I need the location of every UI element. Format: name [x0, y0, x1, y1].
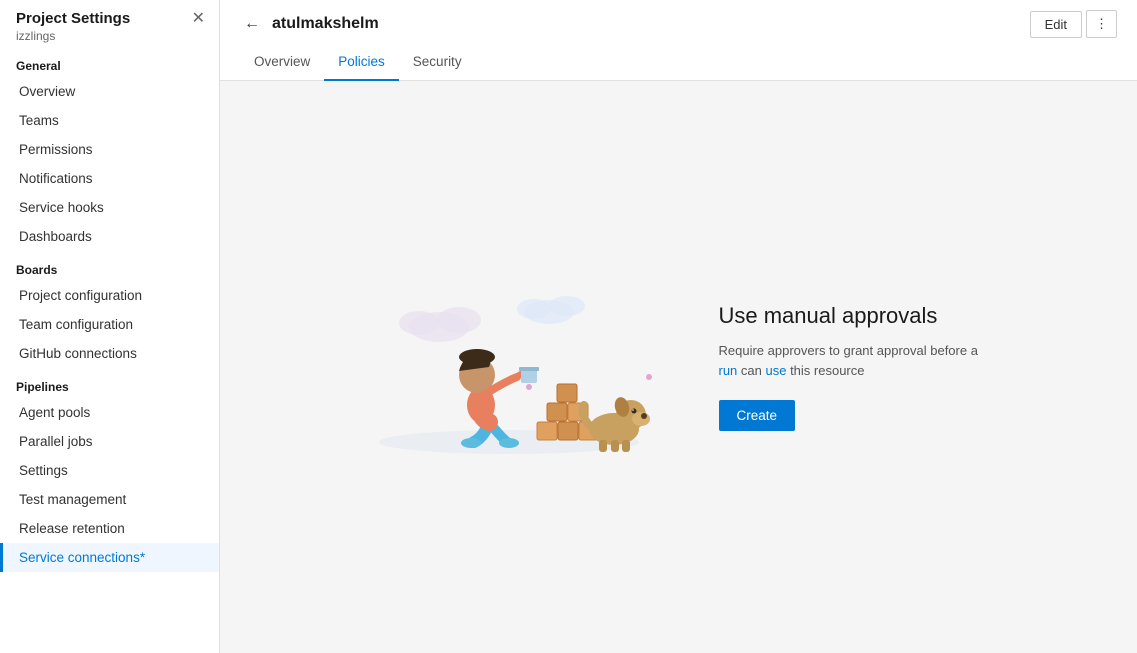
sidebar-section-label-pipelines: Pipelines: [0, 368, 219, 398]
tab-security[interactable]: Security: [399, 46, 476, 81]
sidebar-item-teams[interactable]: Teams: [0, 106, 219, 135]
main-header: ← atulmakshelm Edit ⋮ OverviewPoliciesSe…: [220, 0, 1137, 81]
sidebar-close-button[interactable]: ✕: [186, 6, 211, 30]
sidebar-nav: GeneralOverviewTeamsPermissionsNotificat…: [0, 47, 219, 572]
sidebar-item-notifications[interactable]: Notifications: [0, 164, 219, 193]
breadcrumb-row: ← atulmakshelm Edit ⋮: [240, 10, 1117, 46]
desc-part3: this resource: [786, 363, 864, 378]
sidebar-item-permissions[interactable]: Permissions: [0, 135, 219, 164]
sidebar-item-test-management[interactable]: Test management: [0, 485, 219, 514]
desc-part1: Require approvers to grant approval befo…: [719, 343, 978, 358]
sidebar-header: ✕ Project Settings izzlings: [0, 0, 219, 47]
sidebar-item-team-configuration[interactable]: Team configuration: [0, 310, 219, 339]
sidebar-item-service-connections[interactable]: Service connections*: [0, 543, 219, 572]
tab-overview[interactable]: Overview: [240, 46, 324, 81]
sidebar-title: Project Settings: [16, 10, 203, 27]
repo-name: atulmakshelm: [272, 15, 379, 33]
tabs-row: OverviewPoliciesSecurity: [240, 46, 1117, 80]
edit-button[interactable]: Edit: [1030, 11, 1082, 38]
sidebar-item-github-connections[interactable]: GitHub connections: [0, 339, 219, 368]
main-content: ← atulmakshelm Edit ⋮ OverviewPoliciesSe…: [220, 0, 1137, 653]
desc-run: run: [719, 363, 738, 378]
empty-state-text-block: Use manual approvals Require approvers t…: [719, 303, 999, 431]
create-button[interactable]: Create: [719, 400, 796, 431]
breadcrumb-left: ← atulmakshelm: [240, 13, 379, 35]
sidebar-subtitle: izzlings: [16, 29, 203, 43]
sidebar-item-service-hooks[interactable]: Service hooks: [0, 193, 219, 222]
sidebar-item-settings[interactable]: Settings: [0, 456, 219, 485]
header-actions: Edit ⋮: [1030, 10, 1117, 38]
desc-use: use: [765, 363, 786, 378]
sidebar-item-agent-pools[interactable]: Agent pools: [0, 398, 219, 427]
sidebar-item-release-retention[interactable]: Release retention: [0, 514, 219, 543]
sidebar-section-label-general: General: [0, 47, 219, 77]
sidebar-item-overview[interactable]: Overview: [0, 77, 219, 106]
sidebar-item-project-configuration[interactable]: Project configuration: [0, 281, 219, 310]
tab-policies[interactable]: Policies: [324, 46, 399, 81]
empty-state-description: Require approvers to grant approval befo…: [719, 341, 999, 380]
sidebar-item-dashboards[interactable]: Dashboards: [0, 222, 219, 251]
more-options-button[interactable]: ⋮: [1086, 10, 1117, 38]
empty-state: Use manual approvals Require approvers t…: [359, 257, 999, 477]
desc-part2: can: [737, 363, 765, 378]
back-button[interactable]: ←: [240, 13, 264, 35]
empty-state-title: Use manual approvals: [719, 303, 999, 329]
sidebar: ✕ Project Settings izzlings GeneralOverv…: [0, 0, 220, 653]
sidebar-section-label-boards: Boards: [0, 251, 219, 281]
content-area: Use manual approvals Require approvers t…: [220, 81, 1137, 653]
sidebar-item-parallel-jobs[interactable]: Parallel jobs: [0, 427, 219, 456]
illustration: [359, 257, 659, 477]
